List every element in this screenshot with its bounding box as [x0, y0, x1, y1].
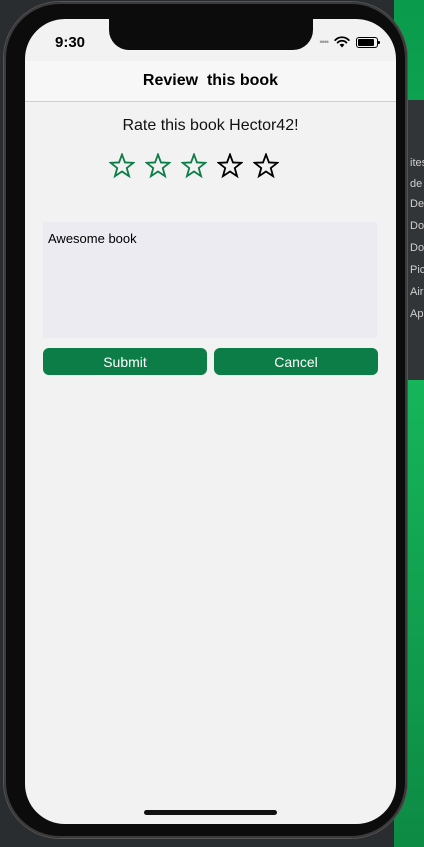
background-menu-item: Pic [410, 264, 424, 276]
page-title: Review this book [142, 72, 279, 89]
star-filled-icon[interactable] [145, 153, 171, 179]
background-menu-item: de [410, 178, 423, 190]
background-menu-item: Do [410, 220, 424, 232]
background-menu-item: ites [410, 157, 424, 169]
status-time: 9:30 [55, 34, 86, 51]
star-filled-icon[interactable] [109, 153, 135, 179]
cancel-button[interactable]: Cancel [214, 348, 378, 375]
star-filled-icon[interactable] [181, 153, 207, 179]
phone-screen: 9:30 •••• Review this book Rate this boo… [25, 19, 396, 824]
background-menu-item: Do [410, 242, 424, 254]
battery-icon [356, 36, 380, 48]
background-menu-item: Ap [410, 308, 424, 320]
status-icons: •••• [319, 36, 380, 48]
star-empty-icon[interactable] [217, 153, 243, 179]
submit-button[interactable]: Submit [43, 348, 207, 375]
status-bar: 9:30 •••• [25, 19, 396, 61]
rating-prompt: Rate this book Hector42! [122, 117, 299, 134]
phone-frame: 9:30 •••• Review this book Rate this boo… [4, 2, 407, 838]
review-text-input[interactable]: Awesome book [43, 222, 377, 338]
signal-dots-icon: •••• [319, 37, 329, 47]
star-empty-icon[interactable] [253, 153, 279, 179]
star-rating [109, 153, 279, 179]
home-indicator[interactable] [144, 810, 277, 815]
wifi-icon [334, 36, 350, 48]
navigation-bar: Review this book [25, 61, 396, 102]
background-menu-item: De [410, 198, 424, 210]
background-menu-item: Air [410, 286, 424, 298]
notch [109, 19, 313, 50]
